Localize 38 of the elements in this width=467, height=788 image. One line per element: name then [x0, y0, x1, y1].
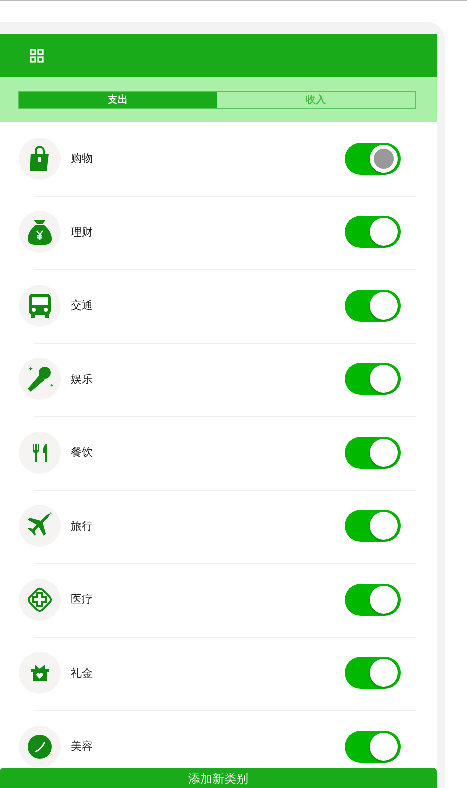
toggle-switch[interactable] [345, 363, 401, 396]
shopping-bag-icon [29, 146, 51, 172]
money-bag-icon [27, 218, 53, 246]
toggle-switch[interactable] [345, 584, 401, 616]
switch-knob[interactable] [370, 144, 398, 173]
toggle-switch[interactable] [345, 216, 401, 248]
switch-knob[interactable] [370, 292, 398, 320]
microphone-icon [25, 364, 55, 394]
switch-knob[interactable] [370, 218, 398, 246]
toggle-switch[interactable] [345, 657, 401, 690]
toggle-switch[interactable] [345, 142, 401, 175]
switch-knob[interactable] [370, 732, 398, 761]
gift-icon [30, 663, 50, 684]
category-name: 餐饮 [71, 445, 94, 460]
category-name: 娱乐 [71, 372, 94, 387]
grid-menu-icon[interactable] [30, 48, 44, 62]
toggle-switch[interactable] [345, 510, 401, 542]
add-category-button[interactable]: 添加新类别 [0, 768, 437, 788]
medical-cross-icon [26, 586, 54, 614]
switch-knob[interactable] [370, 586, 398, 614]
switch-knob[interactable] [370, 438, 398, 467]
switch-knob[interactable] [370, 659, 398, 688]
leaf-icon [27, 734, 53, 760]
category-name: 理财 [71, 224, 94, 240]
bus-icon [28, 292, 52, 319]
category-name: 交通 [71, 298, 94, 314]
fork-knife-icon [32, 442, 48, 463]
category-name: 购物 [71, 151, 94, 166]
toggle-switch[interactable] [345, 290, 401, 322]
category-name: 美容 [71, 739, 94, 754]
toggle-switch[interactable] [345, 436, 401, 469]
category-name: 旅行 [71, 518, 94, 534]
tab[interactable]: 支出 [19, 92, 217, 108]
switch-knob[interactable] [370, 512, 398, 540]
category-name: 礼金 [71, 666, 94, 681]
category-name: 医疗 [71, 592, 94, 608]
toggle-switch[interactable] [345, 730, 401, 763]
switch-knob[interactable] [370, 365, 398, 394]
